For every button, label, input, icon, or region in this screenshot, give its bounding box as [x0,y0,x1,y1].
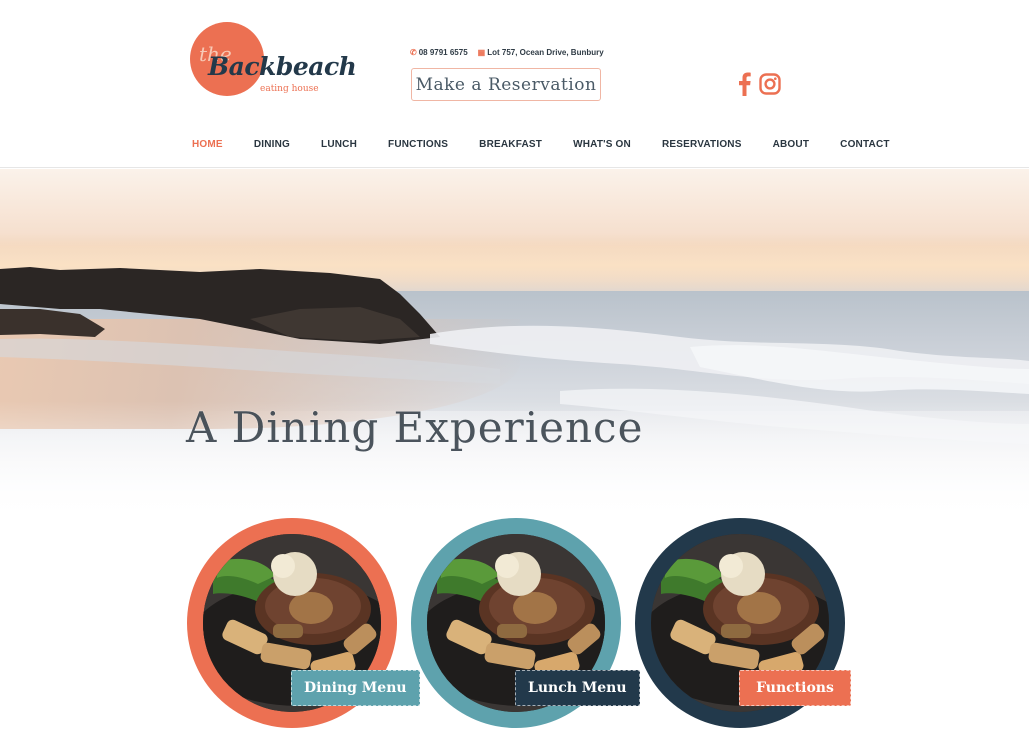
nav-contact[interactable]: CONTACT [840,139,890,150]
nav-lunch[interactable]: LUNCH [321,139,357,150]
dining-menu-card[interactable]: Dining Menu [187,518,420,728]
nav-about[interactable]: ABOUT [773,139,810,150]
nav-reservations[interactable]: RESERVATIONS [662,139,742,150]
map-icon: ▦ [477,48,486,57]
lunch-menu-card[interactable]: Lunch Menu [411,518,640,728]
nav-breakfast[interactable]: BREAKFAST [479,139,542,150]
phone-icon: ✆ [410,48,417,57]
logo-name: Backbeach [208,52,357,81]
make-reservation-button[interactable]: Make a Reservation [411,68,601,101]
logo-tagline: eating house [260,84,319,94]
logo[interactable]: the Backbeach eating house [190,22,357,102]
dining-menu-button[interactable]: Dining Menu [291,670,420,706]
nav-whats-on[interactable]: WHAT'S ON [573,139,631,150]
functions-card[interactable]: Functions [635,518,851,728]
social-links [738,72,781,96]
address-contact[interactable]: ▦ Lot 757, Ocean Drive, Bunbury [478,48,604,57]
nav-home[interactable]: HOME [192,139,223,150]
site-header: the Backbeach eating house ✆ 08 9791 6575… [0,0,1029,168]
main-nav: HOME DINING LUNCH FUNCTIONS BREAKFAST WH… [192,139,921,150]
phone-contact[interactable]: ✆ 08 9791 6575 [410,48,468,57]
hero-title: A Dining Experience [186,403,644,452]
functions-button[interactable]: Functions [739,670,851,706]
page: the Backbeach eating house ✆ 08 9791 6575… [0,0,1029,741]
nav-functions[interactable]: FUNCTIONS [388,139,448,150]
hero-banner: A Dining Experience [0,169,1029,521]
nav-dining[interactable]: DINING [254,139,290,150]
phone-number: 08 9791 6575 [418,48,468,57]
address-text: Lot 757, Ocean Drive, Bunbury [487,48,604,57]
contact-info: ✆ 08 9791 6575 ▦ Lot 757, Ocean Drive, Bun… [410,48,604,57]
lunch-menu-button[interactable]: Lunch Menu [515,670,640,706]
instagram-icon[interactable] [759,73,781,95]
facebook-icon[interactable] [738,72,751,96]
